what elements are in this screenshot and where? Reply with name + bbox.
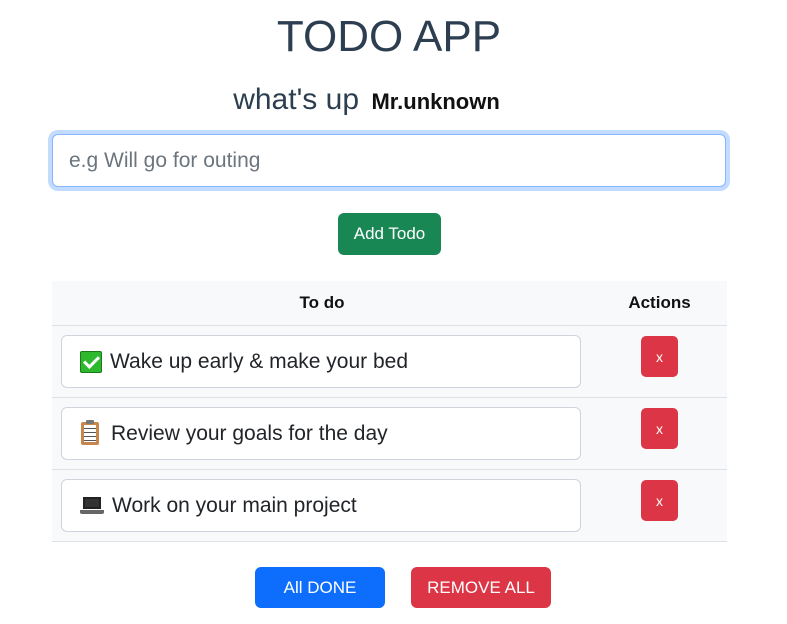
column-header-todo: To do — [299, 293, 345, 312]
actions-cell: x — [592, 398, 727, 449]
laptop-icon — [80, 496, 104, 515]
check-mark-icon — [80, 350, 102, 373]
user-name: Mr.unknown — [371, 89, 500, 114]
todo-item[interactable]: Review your goals for the day — [61, 407, 581, 460]
clipboard-icon — [81, 420, 99, 445]
todo-item-text: Wake up early & make your bed — [110, 349, 409, 373]
table-row: Review your goals for the day x — [52, 398, 727, 470]
greeting: what's up Mr.unknown — [0, 82, 733, 123]
table-row: Wake up early & make your bed x — [52, 326, 727, 398]
todo-item-text: Work on your main project — [112, 493, 357, 517]
todo-input[interactable] — [52, 134, 726, 187]
all-done-button[interactable]: All DONE — [255, 567, 385, 608]
table-header: To do Actions — [52, 281, 727, 326]
actions-cell: x — [592, 470, 727, 521]
todo-table: To do Actions Wake up early & make your … — [52, 281, 727, 542]
add-todo-button[interactable]: Add Todo — [338, 213, 441, 255]
todo-item-text: Review your goals for the day — [111, 421, 388, 445]
table-row: Work on your main project x — [52, 470, 727, 542]
todo-cell: Work on your main project — [52, 470, 592, 532]
todo-cell: Review your goals for the day — [52, 398, 592, 460]
delete-todo-button[interactable]: x — [641, 336, 678, 377]
greeting-prefix: what's up — [233, 83, 360, 116]
delete-todo-button[interactable]: x — [641, 408, 678, 449]
todo-cell: Wake up early & make your bed — [52, 326, 592, 388]
column-header-actions: Actions — [628, 293, 691, 312]
todo-item[interactable]: Work on your main project — [61, 479, 581, 532]
todo-item[interactable]: Wake up early & make your bed — [61, 335, 581, 388]
remove-all-button[interactable]: REMOVE ALL — [411, 567, 551, 608]
actions-cell: x — [592, 326, 727, 377]
app-title: TODO APP — [276, 12, 502, 61]
delete-todo-button[interactable]: x — [641, 480, 678, 521]
